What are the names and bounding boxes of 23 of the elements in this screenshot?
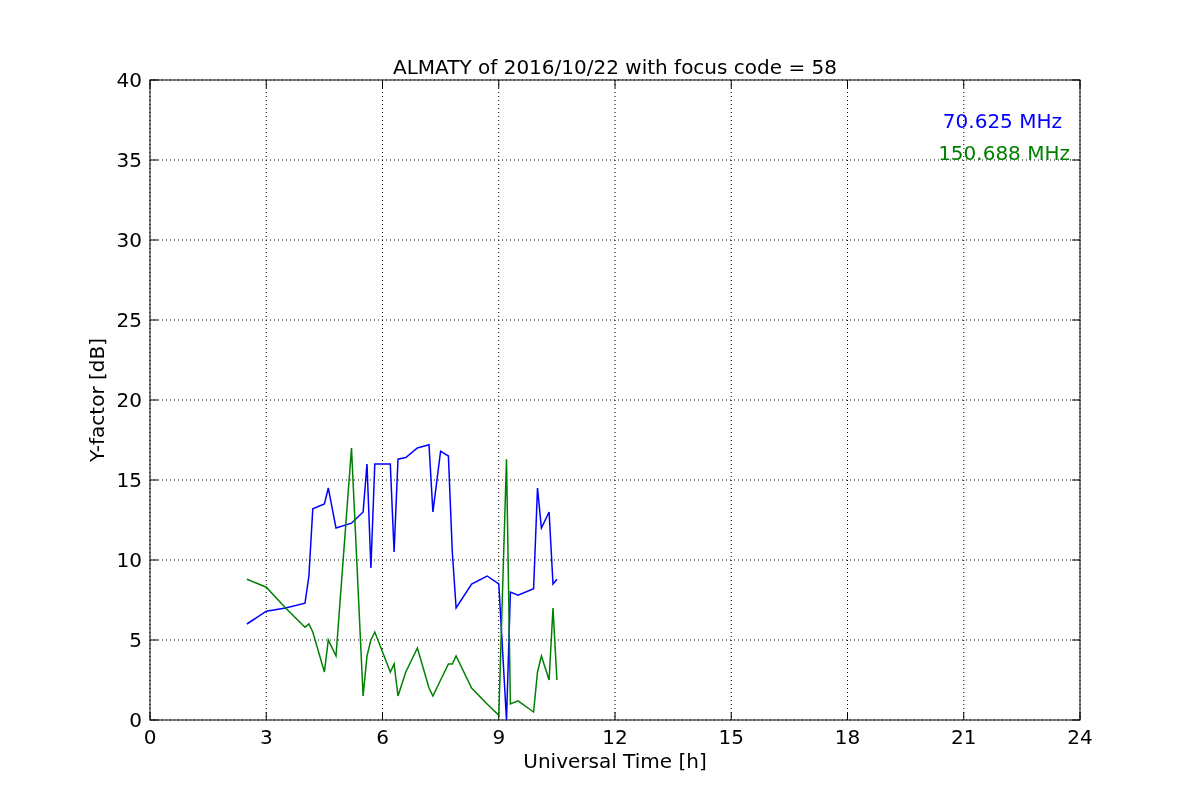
x-tick-label: 9 — [492, 725, 506, 749]
legend-label: 150.688 MHz — [938, 141, 1070, 165]
x-tick-label: 18 — [834, 725, 861, 749]
y-tick-label: 15 — [116, 468, 142, 492]
y-tick-label: 0 — [129, 708, 142, 732]
y-axis-label: Y-factor [dB] — [85, 338, 109, 462]
x-tick-label: 24 — [1067, 725, 1093, 749]
x-tick-label: 21 — [951, 725, 977, 749]
y-tick-label: 5 — [129, 628, 142, 652]
x-axis-label: Universal Time [h] — [523, 749, 707, 773]
x-tick-label: 3 — [259, 725, 273, 749]
x-tick-label: 15 — [718, 725, 744, 749]
y-tick-label: 40 — [116, 68, 142, 92]
y-tick-label: 30 — [116, 228, 142, 252]
y-tick-label: 35 — [116, 148, 142, 172]
x-tick-label: 12 — [602, 725, 628, 749]
y-tick-label: 25 — [116, 308, 142, 332]
x-tick-label: 0 — [143, 725, 157, 749]
x-tick-label: 6 — [376, 725, 389, 749]
y-tick-label: 20 — [116, 388, 142, 412]
legend-label: 70.625 MHz — [942, 109, 1062, 133]
chart-title: ALMATY of 2016/10/22 with focus code = 58 — [393, 55, 837, 79]
y-tick-label: 10 — [116, 548, 142, 572]
